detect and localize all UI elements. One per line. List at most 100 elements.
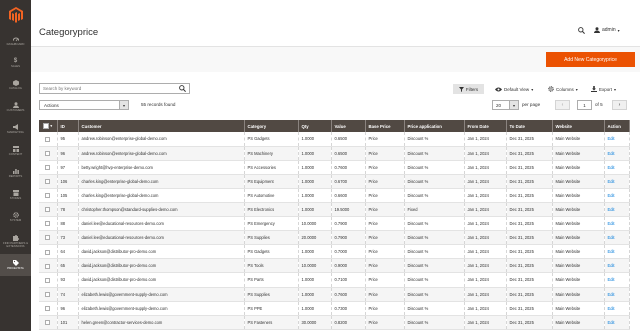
edit-link[interactable]: Edit <box>608 263 615 268</box>
table-row[interactable]: 96 andrew.robinson@enterprise-global-demo… <box>39 146 630 161</box>
sidebar-item-reports[interactable]: REPORTS <box>0 162 31 184</box>
edit-link[interactable]: Edit <box>608 165 615 170</box>
cell-id: 93 <box>57 272 79 288</box>
global-search-button[interactable] <box>578 27 585 36</box>
cell-category: PS Equipment <box>244 174 299 189</box>
cell-price-application: Discount % <box>404 160 465 175</box>
edit-link[interactable]: Edit <box>608 277 615 282</box>
mass-select-header[interactable]: ▾ <box>39 120 58 132</box>
table-row[interactable]: 73 daniel.lee@educational-resources-demo.… <box>39 230 630 246</box>
column-header-qty[interactable]: Qty <box>298 120 332 132</box>
table-row[interactable]: 95 andrew.robinson@enterprise-global-demo… <box>39 132 630 147</box>
table-row[interactable]: 96 elizabeth.lewis@government-supply-demo… <box>39 301 630 316</box>
edit-link[interactable]: Edit <box>608 320 615 325</box>
sidebar-item-stores[interactable]: STORES <box>0 184 31 206</box>
cell-base-price: Price <box>365 216 405 232</box>
cell-action: Edit <box>604 258 630 274</box>
edit-link[interactable]: Edit <box>608 193 615 198</box>
sidebar-item-content[interactable]: CONTENT <box>0 140 31 162</box>
columns-dropdown[interactable]: Columns ▾ <box>548 84 578 94</box>
cell-qty: 1.0000 <box>298 287 332 302</box>
row-checkbox[interactable] <box>45 277 51 283</box>
column-header-from-date[interactable]: From Date <box>464 120 507 132</box>
row-checkbox[interactable] <box>45 179 51 185</box>
sidebar-item-find-partners[interactable]: FIND PARTNERS & EXTENSIONS <box>0 228 31 254</box>
cell-website: Main Website <box>552 202 605 218</box>
sidebar-item-catalog[interactable]: CATALOG <box>0 74 31 96</box>
column-header-value[interactable]: Value <box>331 120 366 132</box>
page-number-input[interactable]: 1 <box>577 100 592 110</box>
row-checkbox[interactable] <box>45 319 51 325</box>
row-checkbox[interactable] <box>45 249 51 255</box>
edit-link[interactable]: Edit <box>608 151 615 156</box>
cell-qty: 1.0000 <box>298 202 332 218</box>
table-row[interactable]: 105 charles.king@enterprise-global-demo.c… <box>39 188 630 203</box>
column-header-base-price[interactable]: Base Price <box>365 120 405 132</box>
sidebar-item-dashboard[interactable]: DASHBOARD <box>0 30 31 52</box>
filters-button[interactable]: Filters <box>453 84 484 94</box>
admin-user-menu[interactable]: admin ▾ <box>594 27 620 33</box>
default-view-dropdown[interactable]: Default View ▾ <box>495 84 533 94</box>
table-row[interactable]: 93 david.jackson@distributor-pro-demo.com… <box>39 272 630 288</box>
select-all-checkbox[interactable] <box>43 122 50 129</box>
column-header-to-date[interactable]: To Date <box>506 120 553 132</box>
sidebar-item-system[interactable]: SYSTEM <box>0 206 31 228</box>
edit-link[interactable]: Edit <box>608 207 615 212</box>
sidebar-item-marketing[interactable]: MARKETING <box>0 118 31 140</box>
column-header-category[interactable]: Category <box>244 120 299 132</box>
row-checkbox[interactable] <box>45 136 51 142</box>
cell-value: 0.7900 <box>331 216 366 232</box>
row-checkbox[interactable] <box>45 150 51 156</box>
columns-label: Columns <box>556 86 574 92</box>
search-icon[interactable] <box>179 85 186 94</box>
row-checkbox[interactable] <box>45 291 51 297</box>
row-checkbox[interactable] <box>45 263 51 269</box>
next-page-button[interactable]: › <box>612 100 627 110</box>
table-row[interactable]: 97 betty.wright@hvp-enterprise-demo.com PS… <box>39 160 630 175</box>
prev-page-button[interactable]: ‹ <box>555 100 570 110</box>
cell-price-application: Discount % <box>404 258 465 274</box>
edit-link[interactable]: Edit <box>608 292 615 297</box>
column-header-action[interactable]: Action <box>604 120 630 132</box>
edit-link[interactable]: Edit <box>608 235 615 240</box>
edit-link[interactable]: Edit <box>608 221 615 226</box>
export-dropdown[interactable]: Export ▾ <box>591 84 616 94</box>
add-new-categoryprice-button[interactable]: Add New Categoryprice <box>546 52 635 67</box>
row-checkbox[interactable] <box>45 235 51 241</box>
sidebar-label: REPORTS <box>8 174 23 178</box>
column-header-website[interactable]: Website <box>552 120 605 132</box>
edit-link[interactable]: Edit <box>608 249 615 254</box>
row-select-cell <box>39 202 58 218</box>
table-row[interactable]: 78 christopher.thompson@standard-supplies… <box>39 202 630 218</box>
cell-value: 0.6700 <box>331 174 366 189</box>
table-row[interactable]: 64 david.jackson@distributor-pro-demo.com… <box>39 244 630 260</box>
row-checkbox[interactable] <box>45 305 51 311</box>
cell-from-date: Jan 1, 2024 <box>464 188 507 203</box>
column-header-price-application[interactable]: Price application <box>404 120 465 132</box>
column-header-customer[interactable]: Customer <box>78 120 245 132</box>
table-row[interactable]: 101 helen.green@contractor-services-demo.… <box>39 315 630 330</box>
per-page-select[interactable]: 20 ▾ <box>492 100 519 110</box>
cell-customer: daniel.lee@educational-resources-demo.co… <box>78 230 245 246</box>
search-input[interactable] <box>40 84 175 93</box>
table-row[interactable]: 74 elizabeth.lewis@government-supply-demo… <box>39 287 630 302</box>
column-header-id[interactable]: ID <box>57 120 79 132</box>
table-row[interactable]: 88 daniel.lee@educational-resources-demo.… <box>39 216 630 232</box>
row-checkbox[interactable] <box>45 221 51 227</box>
row-checkbox[interactable] <box>45 193 51 199</box>
sidebar-item-pricevista[interactable]: PRICEVISTA <box>0 254 31 276</box>
cell-id: 106 <box>57 174 79 189</box>
sidebar-item-sales[interactable]: $ SALES <box>0 52 31 74</box>
cell-to-date: Dec 31, 2025 <box>506 230 553 246</box>
table-row[interactable]: 65 david.jackson@distributor-pro-demo.com… <box>39 258 630 274</box>
edit-link[interactable]: Edit <box>608 179 615 184</box>
row-checkbox[interactable] <box>45 164 51 170</box>
magento-logo[interactable] <box>0 0 31 30</box>
mass-actions-select[interactable]: Actions ▾ <box>39 100 129 110</box>
table-row[interactable]: 106 charles.king@enterprise-global-demo.c… <box>39 174 630 189</box>
edit-link[interactable]: Edit <box>608 306 615 311</box>
cell-category: PS Machinery <box>244 146 299 161</box>
edit-link[interactable]: Edit <box>608 136 615 141</box>
row-checkbox[interactable] <box>45 207 51 213</box>
sidebar-item-customers[interactable]: CUSTOMERS <box>0 96 31 118</box>
